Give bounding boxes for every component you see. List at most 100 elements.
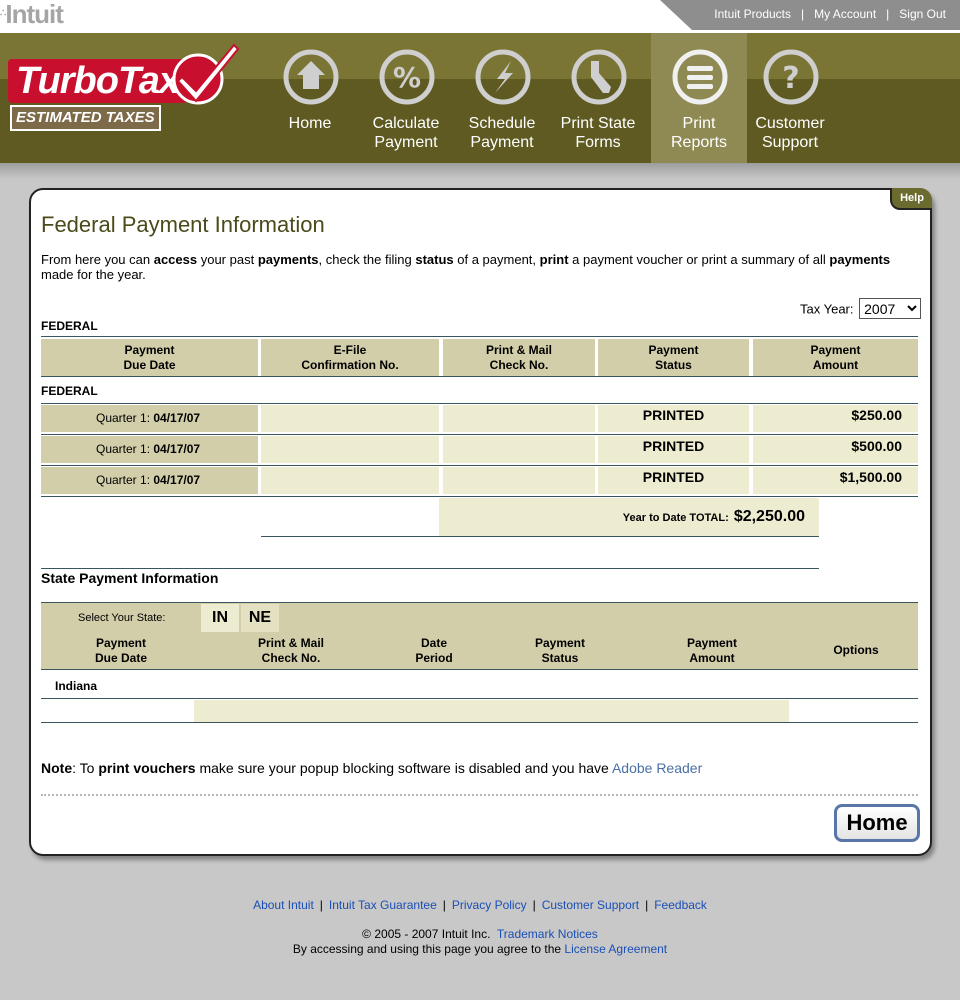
nav-print-state-forms[interactable]: Print State Forms [550, 33, 646, 163]
state-selector-bar: Select Your State: IN NE [41, 602, 918, 632]
nav-home-label: Home [288, 115, 332, 132]
feedback-link[interactable]: Feedback [654, 898, 707, 912]
license-agreement-link[interactable]: License Agreement [564, 942, 667, 956]
nav-schedule-payment[interactable]: Schedule Payment [454, 33, 550, 163]
nav-schedule-payment-label: Schedule Payment [468, 115, 536, 151]
tax-year-label: Tax Year: [800, 301, 854, 317]
trademark-notices-link[interactable]: Trademark Notices [497, 927, 598, 941]
row-amount: $250.00 [753, 405, 918, 432]
header-payment-amount: Payment Amount [686, 636, 738, 665]
table-row[interactable]: Quarter 1: 04/17/07 PRINTED $250.00 [41, 403, 918, 432]
separator: | [886, 7, 890, 21]
page-title: Federal Payment Information [41, 212, 325, 237]
divider [41, 722, 918, 723]
header-check-no: Print & Mail Check No. [257, 636, 324, 665]
nav-print-state-forms-label: Print State Forms [560, 115, 636, 151]
main-panel: Help Federal Payment Information From he… [29, 188, 932, 856]
ytd-total: Year to Date TOTAL: $2,250.00 [439, 498, 819, 536]
state-total-row [194, 700, 789, 722]
header-payment-status: Payment Status [534, 636, 586, 665]
tax-year-select[interactable]: 2007 [859, 298, 922, 319]
nav-calculate-payment[interactable]: % Calculate Payment [358, 33, 454, 163]
ytd-total-amount: $2,250.00 [733, 508, 805, 525]
table-row[interactable]: Quarter 1: 04/17/07 PRINTED $1,500.00 [41, 465, 918, 494]
copyright: © 2005 - 2007 Intuit Inc. Trademark Noti… [0, 927, 960, 957]
state-section-title: State Payment Information [41, 570, 219, 586]
top-bar: ∴Intuit Intuit Products | My Account | Sign … [0, 0, 960, 33]
tax-guarantee-link[interactable]: Intuit Tax Guarantee [329, 898, 437, 912]
separator: | [645, 898, 649, 912]
help-tab[interactable]: Help [890, 188, 932, 210]
agreement-text: By accessing and using this page you agr… [292, 942, 565, 956]
row-check-no [443, 405, 595, 432]
check-mark-icon [172, 43, 240, 105]
row-confirmation [261, 436, 439, 463]
header-payment-due-date: Payment Due Date [41, 339, 258, 376]
top-links-bar: Intuit Products | My Account | Sign Out [660, 0, 960, 30]
header: TurboTax ESTIMATED TAXES Home % Calculat… [0, 33, 960, 163]
divider [261, 536, 819, 537]
customer-support-link[interactable]: Customer Support [542, 898, 639, 912]
select-state-label: Select Your State: [78, 612, 166, 624]
nav-customer-support[interactable]: ? Customer Support [742, 33, 838, 163]
intuit-logo[interactable]: ∴Intuit [0, 0, 64, 28]
divider [41, 568, 819, 569]
row-due-date: Quarter 1: 04/17/07 [41, 467, 258, 494]
turbotax-logo[interactable]: TurboTax ESTIMATED TAXES [8, 43, 240, 153]
row-confirmation [261, 467, 439, 494]
privacy-policy-link[interactable]: Privacy Policy [452, 898, 527, 912]
intro-text: From here you can access your past payme… [41, 252, 891, 282]
row-check-no [443, 467, 595, 494]
svg-text:%: % [393, 61, 421, 94]
ytd-total-label: Year to Date TOTAL: [622, 512, 729, 524]
row-status: PRINTED [598, 467, 749, 494]
table-row[interactable]: Quarter 1: 04/17/07 PRINTED $500.00 [41, 434, 918, 463]
header-payment-amount: Payment Amount [753, 339, 918, 376]
header-date-period: Date Period [415, 636, 453, 665]
my-account-link[interactable]: My Account [814, 7, 876, 21]
note-text: Note: To print vouchers make sure your p… [41, 760, 703, 776]
separator: | [442, 898, 446, 912]
nav-home[interactable]: Home [262, 33, 358, 163]
federal-section-label: FEDERAL [41, 319, 98, 333]
row-confirmation [261, 405, 439, 432]
state-tab-ne[interactable]: NE [241, 604, 279, 632]
state-name: Indiana [55, 679, 98, 693]
turbotax-wordmark: TurboTax [8, 59, 188, 103]
nav-print-reports[interactable]: Print Reports [651, 33, 747, 163]
list-icon [672, 49, 728, 105]
state-tab-in[interactable]: IN [201, 604, 239, 632]
row-status: PRINTED [598, 436, 749, 463]
adobe-reader-link[interactable]: Adobe Reader [612, 760, 702, 776]
header-payment-status: Payment Status [598, 339, 749, 376]
row-amount: $500.00 [753, 436, 918, 463]
intuit-products-link[interactable]: Intuit Products [714, 7, 791, 21]
lightning-icon [475, 49, 531, 105]
nav-print-reports-label: Print Reports [670, 115, 728, 151]
header-options: Options [833, 643, 879, 657]
separator: | [532, 898, 536, 912]
divider [41, 496, 918, 497]
header-efile-confirmation: E-File Confirmation No. [261, 339, 439, 376]
home-button[interactable]: Home [834, 804, 920, 842]
percent-icon: % [379, 49, 435, 105]
separator: | [801, 7, 805, 21]
sign-out-link[interactable]: Sign Out [899, 7, 946, 21]
state-map-icon [571, 49, 627, 105]
svg-text:?: ? [782, 61, 799, 96]
row-amount: $1,500.00 [753, 467, 918, 494]
tax-year-control: Tax Year: 2007 [800, 298, 922, 319]
nav-customer-support-label: Customer Support [755, 115, 825, 151]
row-due-date: Quarter 1: 04/17/07 [41, 405, 258, 432]
federal-table-header: Payment Due Date E-File Confirmation No. P… [41, 336, 918, 377]
separator: | [319, 898, 323, 912]
row-status: PRINTED [598, 405, 749, 432]
estimated-taxes-label: ESTIMATED TAXES [10, 105, 161, 131]
header-shadow [0, 163, 960, 179]
state-table-header: Payment Due Date Print & Mail Check No. Da… [41, 632, 918, 670]
divider [41, 698, 918, 699]
question-icon: ? [763, 49, 819, 105]
about-intuit-link[interactable]: About Intuit [253, 898, 314, 912]
dotted-divider [41, 794, 918, 796]
header-check-no: Print & Mail Check No. [443, 339, 595, 376]
